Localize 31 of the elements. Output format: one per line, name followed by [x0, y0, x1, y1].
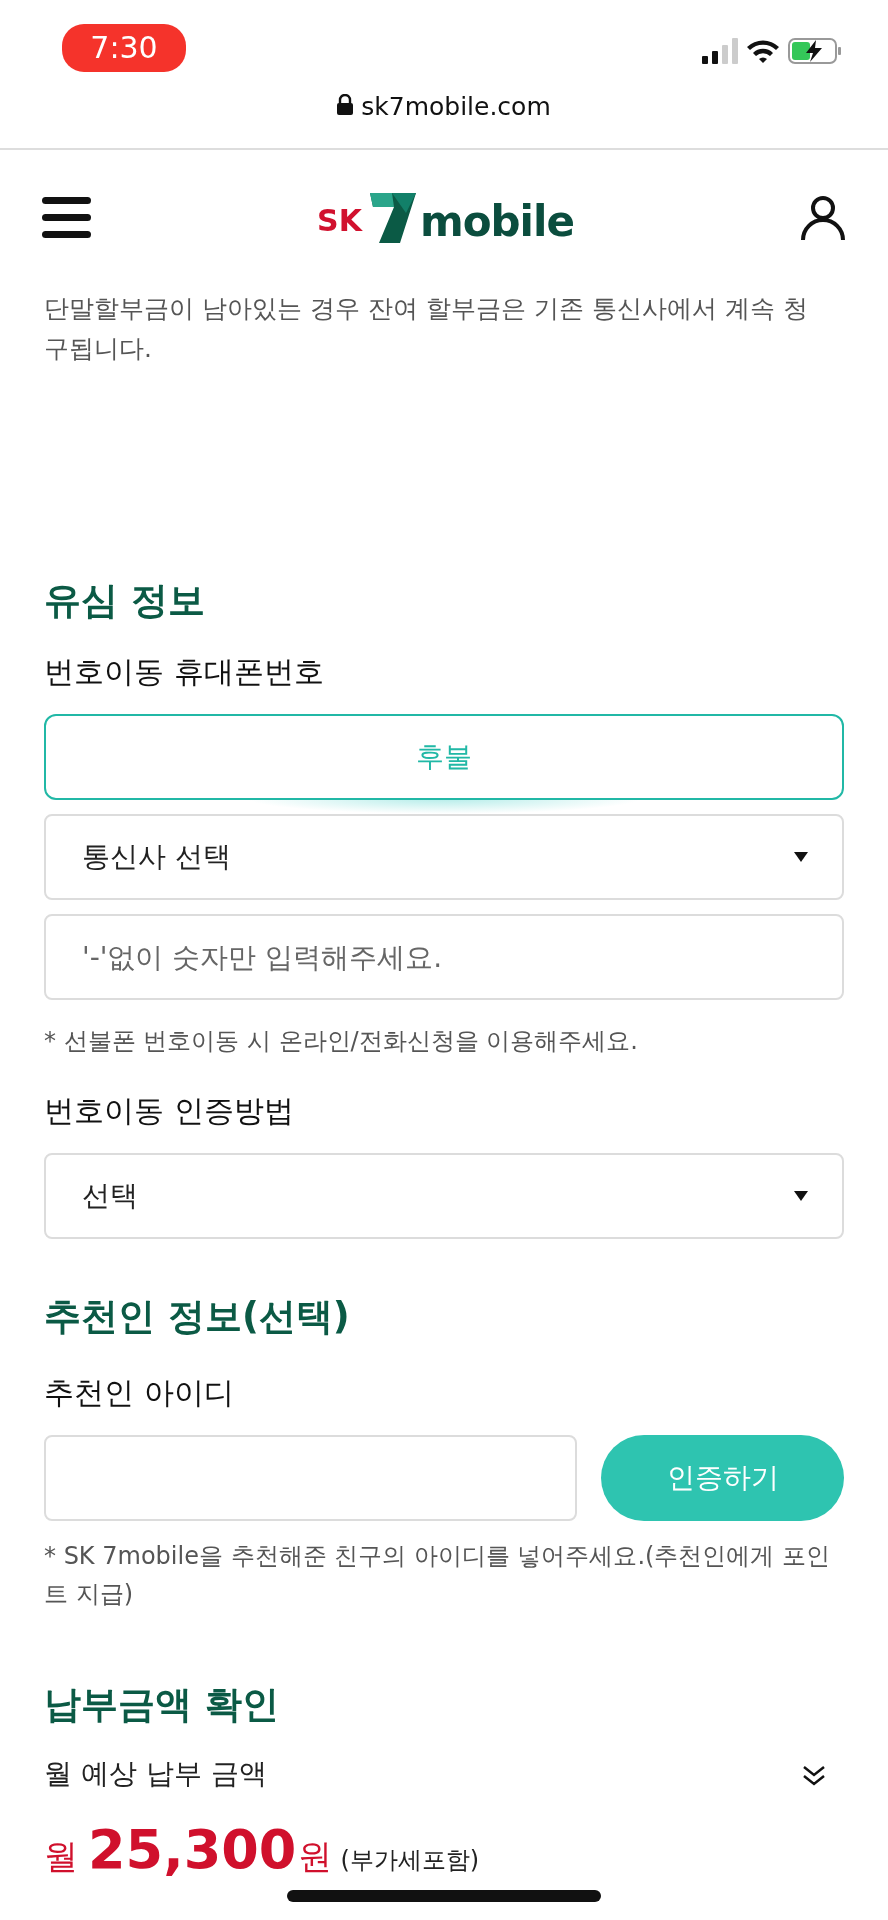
- note-text: * 선불폰 번호이동 시 온라인/전화신청을 이용해주세요.: [44, 1026, 639, 1058]
- price-prefix: 월: [44, 1835, 78, 1879]
- field-label: 추천인 아이디: [44, 1373, 235, 1412]
- field-label: 번호이동 인증방법: [44, 1092, 295, 1131]
- signal-icon: [702, 38, 738, 64]
- logo-brand-text: SK: [317, 201, 362, 240]
- url-text[interactable]: sk7mobile.com: [361, 88, 551, 126]
- section-title: 유심 정보: [44, 579, 206, 624]
- select-field[interactable]: 통신사 선택: [44, 814, 844, 901]
- double-chevron-down-icon[interactable]: [802, 1765, 826, 1788]
- menu-icon[interactable]: [42, 197, 91, 238]
- dropdown-caret-icon: [794, 1191, 808, 1202]
- logo-name-text: mobile: [419, 200, 574, 243]
- status-time: 7:30: [62, 24, 186, 72]
- dropdown-caret-icon: [794, 852, 808, 863]
- referrer-id-field[interactable]: [44, 1434, 577, 1521]
- section-title: 납부금액 확인: [44, 1682, 280, 1728]
- field-label: 월 예상 납부 금액: [44, 1753, 844, 1796]
- price-amount: 25,300: [88, 1817, 297, 1884]
- note-text: * SK 7mobile을 추천해준 친구의 아이디를 넣어주세요.(추천인에게 포인트 지급): [44, 1540, 832, 1610]
- price-note: (부가세포함): [340, 1845, 480, 1877]
- price-unit: 원: [298, 1835, 333, 1879]
- section-title: 추천인 정보(선택): [44, 1295, 351, 1340]
- lock-icon: [337, 94, 354, 115]
- phone-input-field[interactable]: '-'없이 숫자만 입력해주세요.: [44, 914, 844, 1001]
- intro-text: 단말할부금이 남아있는 경우 잔여 할부금은 기존 통신사에서 계속 청구됩니다.: [44, 293, 809, 365]
- wifi-icon: [746, 38, 780, 64]
- user-icon[interactable]: [800, 194, 846, 241]
- select-field[interactable]: 선택: [44, 1153, 844, 1240]
- field-label: 번호이동 휴대폰번호: [44, 653, 325, 692]
- battery-charging-icon: [788, 38, 842, 64]
